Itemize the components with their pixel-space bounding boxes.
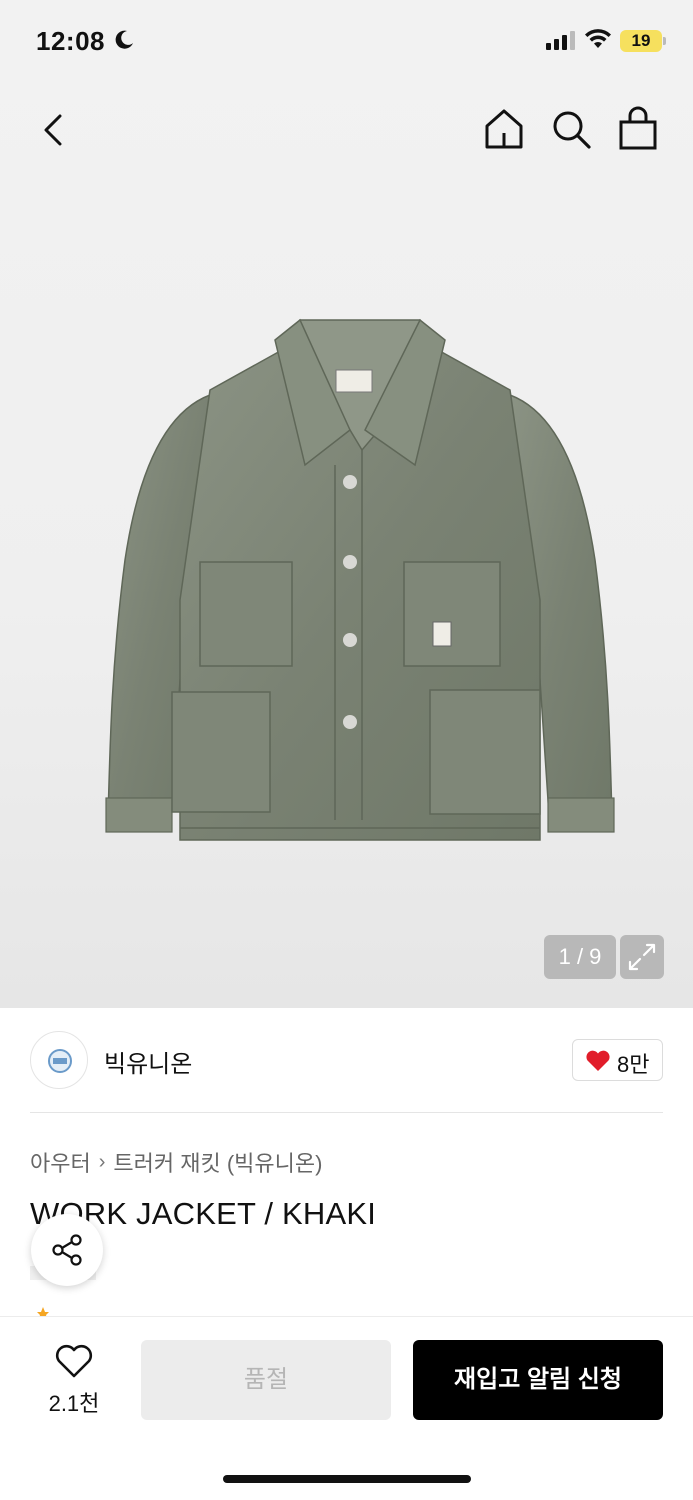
moon-icon	[115, 30, 133, 49]
battery-level: 19	[631, 31, 651, 50]
share-icon	[52, 1234, 82, 1266]
image-counter: 1 / 9	[544, 935, 616, 979]
brand-like-button[interactable]: 8만	[572, 1039, 663, 1081]
breadcrumb: 아우터 › 트러커 재킷 (빅유니온)	[30, 1146, 322, 1178]
share-button[interactable]	[31, 1214, 103, 1286]
brand-name[interactable]: 빅유니온	[104, 1044, 192, 1079]
restock-alert-button[interactable]: 재입고 알림 신청	[413, 1340, 663, 1420]
expand-icon	[628, 943, 656, 971]
wishlist-button[interactable]: 2.1천	[30, 1336, 118, 1426]
status-time: 12:08	[36, 26, 105, 56]
breadcrumb-item-category[interactable]: 아우터	[30, 1146, 91, 1178]
heart-filled-icon	[586, 1050, 610, 1071]
chevron-right-icon: ›	[98, 1150, 106, 1173]
battery-cap	[663, 37, 666, 45]
expand-button[interactable]	[620, 935, 664, 979]
signal-icon	[546, 31, 575, 50]
shopping-bag-icon[interactable]	[616, 104, 660, 152]
home-icon[interactable]	[482, 106, 526, 152]
brand-like-count: 8만	[617, 1052, 650, 1077]
divider	[30, 1112, 663, 1113]
heart-outline-icon	[55, 1344, 93, 1378]
battery-indicator: 19	[620, 30, 662, 52]
status-bar: 12:08 19	[0, 0, 693, 84]
breadcrumb-item-subcategory[interactable]: 트러커 재킷 (빅유니온)	[113, 1146, 322, 1178]
brand-logo[interactable]	[30, 1031, 88, 1089]
brand-emblem-icon	[48, 1049, 72, 1073]
back-icon[interactable]	[36, 108, 72, 152]
product-gallery[interactable]: 12:08 19 1 / 9	[0, 0, 693, 1008]
soldout-button: 품절	[141, 1340, 391, 1420]
wishlist-count: 2.1천	[48, 1391, 100, 1416]
home-indicator[interactable]	[223, 1475, 471, 1483]
wifi-icon	[585, 29, 611, 48]
product-image[interactable]	[100, 300, 620, 860]
search-icon[interactable]	[550, 106, 594, 152]
